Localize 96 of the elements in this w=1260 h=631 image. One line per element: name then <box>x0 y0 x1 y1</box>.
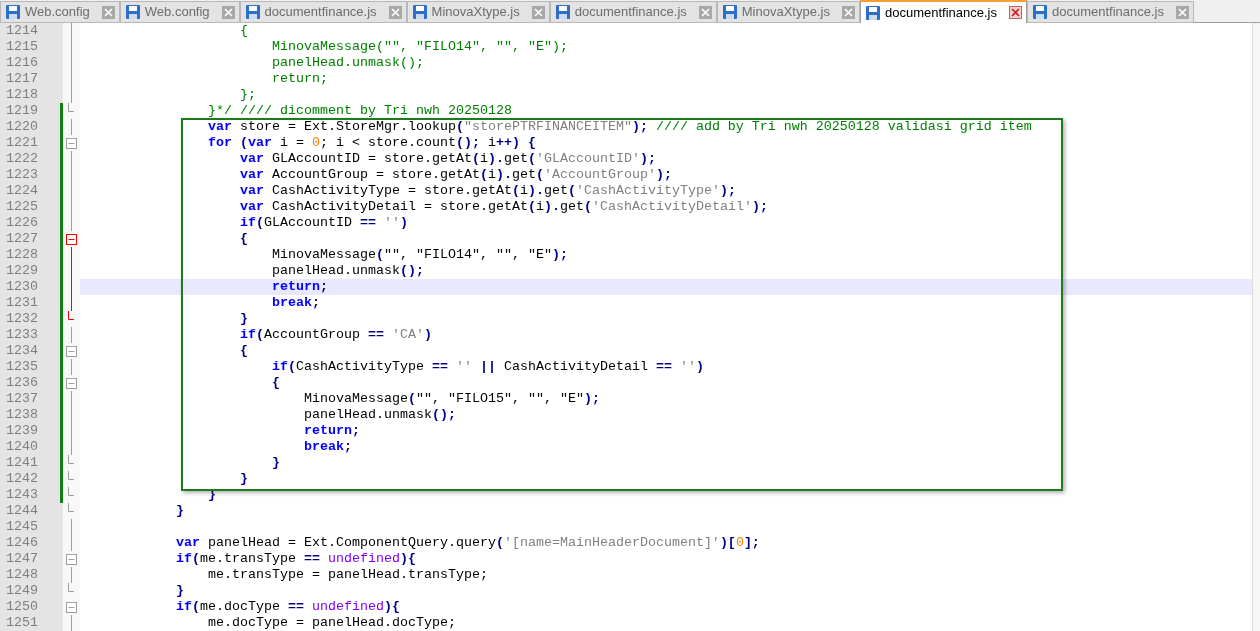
tab-label: documentfinance.js <box>574 3 687 22</box>
line-number: 1242 <box>0 471 60 487</box>
file-tab[interactable]: Web.config <box>0 1 120 23</box>
code-line: me.docType = panelHead.docType; <box>206 615 457 631</box>
line-number: 1239 <box>0 423 60 439</box>
tab-label: Web.config <box>144 3 210 22</box>
tab-label: Web.config <box>25 3 90 22</box>
fold-toggle-icon[interactable] <box>66 553 77 565</box>
line-number: 1231 <box>0 295 60 311</box>
file-tab[interactable]: Web.config <box>119 1 240 23</box>
code-line: break; <box>270 295 321 311</box>
line-number: 1225 <box>0 199 60 215</box>
line-number: 1237 <box>0 391 60 407</box>
code-line: } <box>270 455 281 471</box>
fold-toggle-icon[interactable] <box>66 377 77 389</box>
code-line: { <box>238 23 249 39</box>
line-number: 1251 <box>0 615 60 631</box>
line-number: 1221 <box>0 135 60 151</box>
line-number: 1215 <box>0 39 60 55</box>
line-number: 1233 <box>0 327 60 343</box>
code-line: return; <box>302 423 361 439</box>
line-number: 1223 <box>0 167 60 183</box>
line-number: 1222 <box>0 151 60 167</box>
line-number: 1243 <box>0 487 60 503</box>
line-number: 1220 <box>0 119 60 135</box>
line-number: 1228 <box>0 247 60 263</box>
code-line: var CashActivityDetail = store.getAt(i).get('CashActivityDetail'); <box>238 199 769 215</box>
code-line: MinovaMessage("", "FILO14", "", "E"); <box>270 247 569 263</box>
line-number: 1244 <box>0 503 60 519</box>
line-number: 1235 <box>0 359 60 375</box>
fold-toggle-icon[interactable] <box>66 601 77 613</box>
code-line: break; <box>302 439 353 455</box>
line-number: 1250 <box>0 599 60 615</box>
code-line: { <box>270 375 281 391</box>
code-line: panelHead.unmask(); <box>270 263 425 279</box>
fold-toggle-icon[interactable] <box>66 345 77 357</box>
code-line: panelHead.unmask(); <box>302 407 457 423</box>
code-line: } <box>174 583 185 599</box>
line-number: 1216 <box>0 55 60 71</box>
file-tab[interactable]: documentfinance.js <box>239 1 407 23</box>
code-line: var panelHead = Ext.ComponentQuery.query('[name=MainHeaderDocument]')[0]; <box>174 535 761 551</box>
code-line: } <box>174 503 185 519</box>
line-number: 1217 <box>0 71 60 87</box>
code-line: if(GLAccountID == '') <box>238 215 409 231</box>
line-number: 1224 <box>0 183 60 199</box>
code-line: return; <box>270 71 329 87</box>
file-tab[interactable]: MinovaXtype.js <box>406 1 550 23</box>
code-line: panelHead.unmask(); <box>270 55 425 71</box>
line-number: 1232 <box>0 311 60 327</box>
tab-label: MinovaXtype.js <box>431 3 520 22</box>
code-line: MinovaMessage("", "FILO15", "", "E"); <box>302 391 601 407</box>
fold-toggle-icon[interactable] <box>66 233 77 245</box>
line-number: 1227 <box>0 231 60 247</box>
line-number: 1240 <box>0 439 60 455</box>
code-line: } <box>238 311 249 327</box>
fold-toggle-icon[interactable] <box>66 137 77 149</box>
line-number: 1219 <box>0 103 60 119</box>
line-number: 1245 <box>0 519 60 535</box>
line-number: 1247 <box>0 551 60 567</box>
code-line: var CashActivityType = store.getAt(i).get('CashActivityType'); <box>238 183 737 199</box>
line-number: 1249 <box>0 583 60 599</box>
line-number: 1238 <box>0 407 60 423</box>
tab-label: documentfinance.js <box>1051 3 1164 22</box>
code-line: MinovaMessage("", "FILO14", "", "E"); <box>270 39 569 55</box>
code-line: var AccountGroup = store.getAt(i).get('AccountGroup'); <box>238 167 673 183</box>
code-line: if(me.transType == undefined){ <box>174 551 417 567</box>
tab-label: documentfinance.js <box>264 3 377 22</box>
file-tab[interactable]: documentfinance.js <box>859 0 1027 23</box>
line-number: 1234 <box>0 343 60 359</box>
file-tab[interactable]: MinovaXtype.js <box>716 1 860 23</box>
line-number: 1218 <box>0 87 60 103</box>
code-line: for (var i = 0; i < store.count(); i++) { <box>206 135 537 151</box>
code-line: { <box>238 343 249 359</box>
file-tab[interactable]: documentfinance.js <box>549 1 717 23</box>
tab-label: documentfinance.js <box>884 3 997 22</box>
code-line: var GLAccountID = store.getAt(i).get('GLAccountID'); <box>238 151 657 167</box>
code-line: if(AccountGroup == 'CA') <box>238 327 433 343</box>
tab-label: MinovaXtype.js <box>741 3 830 22</box>
code-line: if(CashActivityType == '' || CashActivityDetail == '') <box>270 359 705 375</box>
line-number: 1214 <box>0 23 60 39</box>
code-line: }*/ //// dicomment by Tri nwh 20250128 <box>206 103 513 119</box>
code-line: if(me.docType == undefined){ <box>174 599 401 615</box>
file-tab[interactable]: documentfinance.js <box>1026 1 1194 23</box>
close-icon[interactable] <box>1008 6 1022 19</box>
line-number: 1229 <box>0 263 60 279</box>
line-number: 1226 <box>0 215 60 231</box>
line-number: 1246 <box>0 535 60 551</box>
line-number: 1248 <box>0 567 60 583</box>
code-line: } <box>238 471 249 487</box>
code-line: { <box>238 231 249 247</box>
code-line: var store = Ext.StoreMgr.lookup("storePTRFINANCEITEM"); //// add by Tri nwh 20250128 validasi grid item <box>206 119 1033 135</box>
code-line: me.transType = panelHead.transType; <box>206 567 489 583</box>
line-number: 1230 <box>0 279 60 295</box>
code-line: }; <box>238 87 257 103</box>
line-number: 1241 <box>0 455 60 471</box>
line-number: 1236 <box>0 375 60 391</box>
